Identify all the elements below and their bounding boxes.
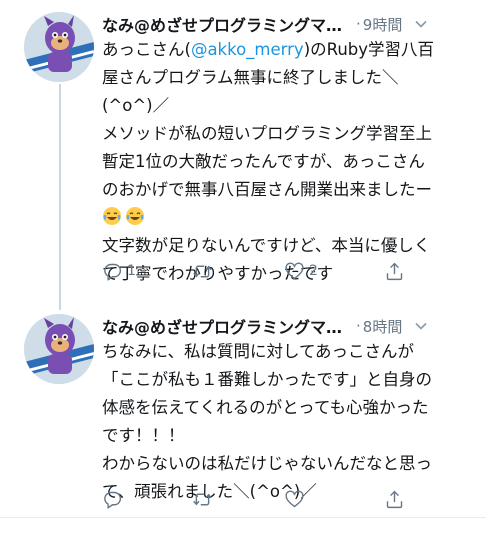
like-button[interactable]: 2	[284, 259, 318, 283]
tweet-line: 屋さんプログラム無事に終了しました＼	[102, 68, 399, 87]
retweet-button[interactable]	[192, 259, 217, 283]
avatar[interactable]	[24, 314, 94, 384]
tweet-actions	[102, 487, 442, 511]
timestamp[interactable]: 9時間	[363, 14, 403, 35]
text-segment: )のRuby学習八百	[303, 40, 435, 59]
tweet[interactable]: なみ@めざせプログラミングマ… · 9時間 あっこさん(@akko_merry)…	[0, 0, 486, 305]
avatar[interactable]	[24, 12, 94, 82]
author-name[interactable]: なみ@めざせプログラミングマ…	[102, 12, 342, 36]
emoji-line	[102, 204, 472, 232]
retweet-button[interactable]	[192, 487, 217, 511]
heart-icon	[284, 489, 305, 510]
tweet-text: あっこさん(@akko_merry)のRuby学習八百 屋さんプログラム無事に終…	[102, 36, 472, 288]
tweet-separator	[0, 517, 486, 518]
author-name[interactable]: なみ@めざせプログラミングマ…	[102, 314, 342, 338]
reply-count: 1	[127, 263, 136, 279]
text-segment: あっこさん(	[102, 40, 191, 59]
retweet-icon	[192, 489, 213, 510]
retweet-icon	[192, 261, 213, 282]
tweet-text: ちなみに、私は質問に対してあっこさんが 「ここが私も１番難しかったです」と自身の…	[102, 338, 472, 506]
like-button[interactable]	[284, 487, 309, 511]
reply-icon	[102, 489, 123, 510]
share-icon	[384, 489, 405, 510]
timestamp[interactable]: 8時間	[363, 316, 403, 337]
tweet-feed: なみ@めざせプログラミングマ… · 9時間 あっこさん(@akko_merry)…	[0, 0, 486, 533]
chevron-down-icon[interactable]	[414, 319, 428, 333]
tweet-header: なみ@めざせプログラミングマ… · 9時間	[102, 12, 468, 36]
tweet-line: 「ここが私も１番難しかったです」と自身の	[102, 370, 432, 389]
tweet-line: メソッドが私の短いプログラミング学習至上	[102, 124, 432, 143]
separator-dot: ·	[356, 317, 361, 335]
share-icon	[384, 261, 405, 282]
share-button[interactable]	[384, 487, 405, 511]
like-count: 2	[309, 263, 318, 279]
tweet-line: あっこさん(@akko_merry)のRuby学習八百	[102, 36, 472, 64]
tweet-header: なみ@めざせプログラミングマ… · 8時間	[102, 314, 468, 338]
tweet-actions: 1 2	[102, 259, 442, 283]
reply-button[interactable]	[102, 487, 127, 511]
tweet-line: ちなみに、私は質問に対してあっこさんが	[102, 342, 415, 361]
share-button[interactable]	[384, 259, 405, 283]
tweet-line: です！！！	[102, 426, 185, 445]
tweet-line: のおかげで無事八百屋さん開業出来ましたー	[102, 180, 432, 199]
tweet-line: (^o^)／	[102, 96, 170, 115]
reply-button[interactable]: 1	[102, 259, 136, 283]
tweet-line: 文字数が足りないんですけど、本当に優しく	[102, 236, 431, 255]
reply-icon	[102, 261, 123, 282]
tweet[interactable]: なみ@めざせプログラミングマ… · 8時間 ちなみに、私は質問に対してあっこさん…	[0, 305, 486, 518]
tweet-line: わからないのは私だけじゃないんだなと思っ	[102, 454, 432, 473]
separator-dot: ·	[356, 15, 361, 33]
heart-icon	[284, 261, 305, 282]
tears-of-joy-emoji	[102, 206, 122, 226]
tweet-line: 暫定1位の大敵だったんですが、あっこさん	[102, 152, 425, 171]
mention-link[interactable]: @akko_merry	[191, 40, 304, 59]
tweet-line: 体感を伝えてくれるのがとっても心強かった	[102, 398, 429, 417]
chevron-down-icon[interactable]	[414, 17, 428, 31]
tears-of-joy-emoji	[125, 206, 145, 226]
